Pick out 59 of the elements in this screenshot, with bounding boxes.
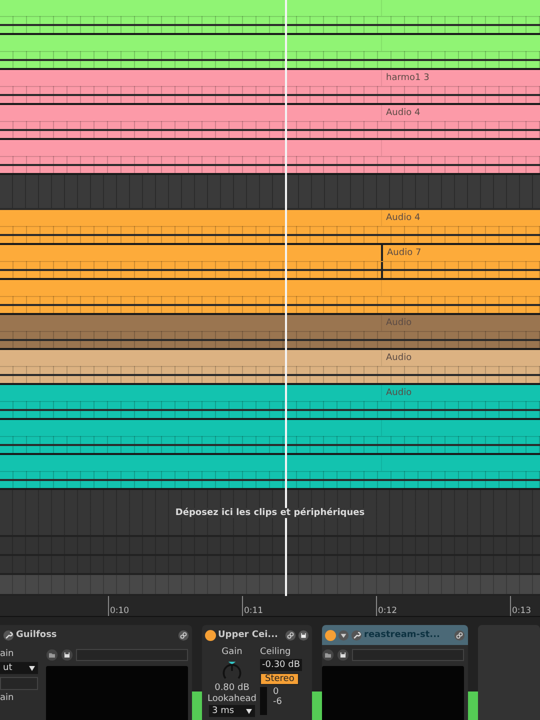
audio-clip[interactable]: Audio xyxy=(0,350,540,385)
level-meter xyxy=(260,687,267,715)
time-label: 0:11 xyxy=(243,606,264,616)
clip-name: Audio xyxy=(385,318,412,328)
clip-name: Audio 7 xyxy=(386,248,422,258)
lookahead-dropdown[interactable]: 3 ms xyxy=(209,705,255,717)
device-title: Upper Cei... xyxy=(218,630,278,640)
time-label: 0:10 xyxy=(109,606,130,616)
time-label: 0:13 xyxy=(511,606,532,616)
wrench-icon[interactable] xyxy=(351,630,362,640)
mode-dropdown[interactable]: ut xyxy=(0,662,38,674)
caret-icon xyxy=(29,666,35,670)
audio-clip[interactable]: Audio 4 xyxy=(0,210,540,245)
caret-icon xyxy=(246,708,252,714)
link-icon[interactable] xyxy=(285,630,296,640)
stereo-button[interactable]: Stereo xyxy=(260,673,300,685)
power-button[interactable] xyxy=(205,630,216,640)
control-label: Ceiling xyxy=(260,647,291,657)
preset-field[interactable] xyxy=(352,649,464,661)
audio-clip[interactable] xyxy=(0,140,540,175)
value-field[interactable] xyxy=(0,677,38,690)
folder-icon[interactable] xyxy=(322,649,334,661)
control-label: Gain xyxy=(222,647,242,657)
audio-clip[interactable] xyxy=(0,280,540,315)
ceiling-field[interactable]: -0.30 dB xyxy=(260,659,302,671)
link-icon[interactable] xyxy=(178,630,189,640)
meter-scale-label: 0 xyxy=(273,687,280,697)
drop-zone[interactable]: Déposez ici les clips et périphériques xyxy=(0,490,540,537)
meter-scale-label: -6 xyxy=(273,697,282,707)
audio-clip[interactable]: Audio xyxy=(0,385,540,420)
wrench-icon[interactable] xyxy=(3,630,14,640)
audio-clip[interactable]: Audio 7 xyxy=(0,245,540,280)
control-label: Lookahead xyxy=(208,694,256,704)
audio-clip[interactable] xyxy=(0,455,540,490)
time-label: 0:12 xyxy=(377,606,398,616)
device-title: reastream-st... xyxy=(364,630,440,640)
audio-clip[interactable]: harmo1 3 xyxy=(0,70,540,105)
audio-clip[interactable]: Audio 4 xyxy=(0,105,540,140)
device-title: Guilfoss xyxy=(16,630,57,640)
audio-clip[interactable] xyxy=(0,420,540,455)
save-icon[interactable] xyxy=(337,649,349,661)
fold-icon[interactable] xyxy=(338,630,349,640)
clip-name: Audio 4 xyxy=(385,108,420,118)
control-label: ain xyxy=(0,649,15,659)
audio-clip[interactable] xyxy=(0,35,540,70)
save-icon[interactable] xyxy=(298,630,309,640)
time-ruler[interactable]: 0:10 0:11 0:12 0:13 xyxy=(0,596,540,617)
preset-field[interactable] xyxy=(76,649,188,661)
clip-name: Audio xyxy=(385,353,412,363)
folder-icon[interactable] xyxy=(46,649,58,661)
drop-hint: Déposez ici les clips et périphériques xyxy=(173,508,367,518)
save-icon[interactable] xyxy=(61,649,73,661)
clip-name: Audio 4 xyxy=(385,213,420,223)
audio-clip[interactable] xyxy=(0,0,540,35)
clip-name: Audio xyxy=(385,388,412,398)
link-icon[interactable] xyxy=(454,630,465,640)
gain-value: 0.80 dB xyxy=(214,683,250,693)
control-label: ain xyxy=(0,693,15,703)
clip-name: harmo1 3 xyxy=(385,73,430,83)
